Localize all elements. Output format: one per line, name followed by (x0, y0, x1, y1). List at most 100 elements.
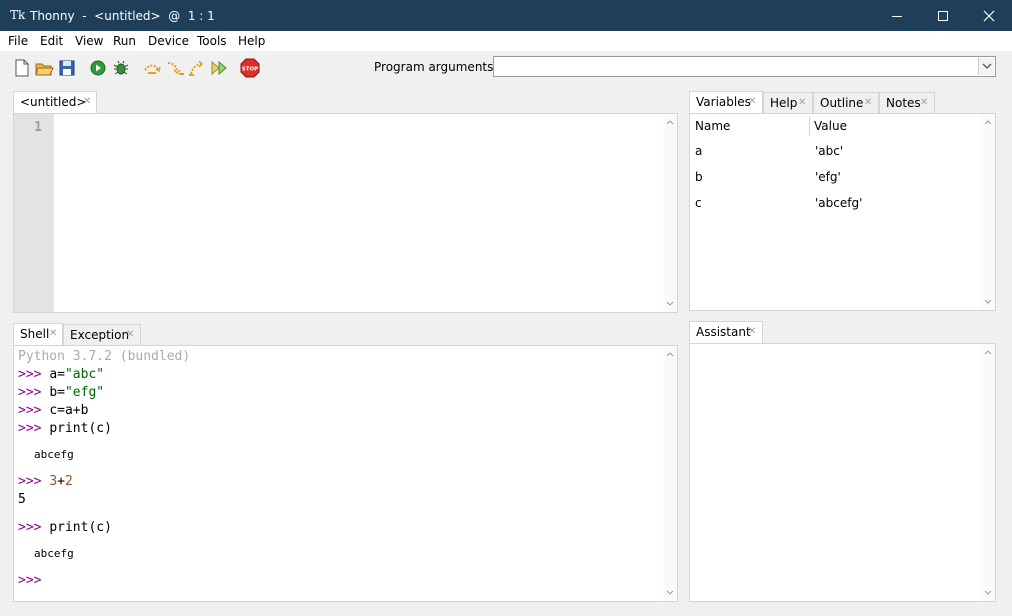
scroll-down-icon[interactable] (984, 299, 992, 305)
menu-run[interactable]: Run (113, 33, 136, 49)
shell-string: "efg" (64, 385, 105, 400)
combobox-dropdown-button[interactable] (978, 58, 994, 75)
close-tab-icon[interactable]: ✕ (49, 324, 57, 344)
tab-variables-label: Variables (696, 95, 751, 109)
minimize-button[interactable] (874, 0, 920, 31)
open-file-button[interactable] (34, 58, 54, 78)
line-number: 1 (34, 120, 42, 135)
editor-tab-label: <untitled> (20, 95, 87, 109)
menu-file[interactable]: File (8, 33, 28, 49)
chevron-down-icon (982, 63, 992, 69)
menu-device[interactable]: Device (148, 33, 189, 49)
tab-assistant[interactable]: Assistant ✕ (689, 321, 763, 344)
shell-input-line[interactable]: >>> (18, 573, 41, 589)
tab-editor-untitled[interactable]: <untitled> ✕ (13, 91, 97, 114)
editor-pane[interactable]: 1 (13, 113, 678, 313)
stop-button[interactable]: STOP (240, 58, 260, 78)
new-file-button[interactable] (12, 58, 32, 78)
program-arguments-combobox[interactable] (493, 56, 996, 77)
shell-prompt: >>> (18, 385, 42, 400)
menu-tools[interactable]: Tools (197, 33, 227, 49)
save-file-button[interactable] (57, 58, 77, 78)
maximize-button[interactable] (920, 0, 966, 31)
step-into-icon (167, 62, 184, 75)
shell-code: print(c) (49, 421, 112, 436)
editor-scrollbar[interactable] (663, 114, 677, 312)
shell-number: 3 (49, 474, 58, 489)
save-icon (59, 60, 75, 76)
stop-icon: STOP (240, 58, 260, 78)
column-header-value[interactable]: Value (814, 114, 847, 138)
shell-output-value: 5 (18, 492, 26, 507)
shell-scrollbar[interactable] (663, 346, 677, 601)
tab-help[interactable]: Help ✕ (763, 92, 813, 114)
close-button[interactable] (966, 0, 1012, 31)
tab-exception[interactable]: Exception ✕ (63, 324, 141, 346)
tab-exception-label: Exception (70, 328, 130, 342)
scroll-down-icon[interactable] (666, 301, 674, 307)
menu-help[interactable]: Help (238, 33, 265, 49)
variable-name[interactable]: a (695, 143, 702, 159)
shell-code: a= (49, 367, 65, 382)
shell-prompt: >>> (18, 421, 42, 436)
shell-banner: Python 3.7.2 (bundled) (18, 349, 191, 364)
close-tab-icon[interactable]: ✕ (748, 322, 756, 342)
close-tab-icon[interactable]: ✕ (748, 92, 756, 112)
close-tab-icon[interactable]: ✕ (83, 92, 91, 112)
variable-value[interactable]: 'efg' (815, 169, 841, 185)
variables-pane: Name Value a 'abc' b 'efg' c 'abcefg' (689, 113, 996, 311)
scroll-up-icon[interactable] (666, 119, 674, 125)
shell-prompt: >>> (18, 573, 42, 588)
line-number-gutter: 1 (14, 114, 54, 312)
thonny-app-icon: Tk (10, 8, 26, 22)
shell-operator: + (57, 474, 65, 489)
scroll-up-icon[interactable] (984, 349, 992, 355)
shell-prompt: >>> (18, 520, 42, 535)
close-tab-icon[interactable]: ✕ (864, 93, 872, 113)
menu-edit[interactable]: Edit (40, 33, 63, 49)
shell-pane[interactable]: Python 3.7.2 (bundled) >>> a="abc" >>> b… (13, 345, 678, 602)
column-header-name[interactable]: Name (695, 114, 730, 138)
debug-button[interactable] (111, 58, 131, 78)
variables-scrollbar[interactable] (981, 114, 995, 310)
variable-name[interactable]: b (695, 169, 703, 185)
shell-prompt: >>> (18, 474, 42, 489)
close-tab-icon[interactable]: ✕ (798, 93, 806, 113)
run-button[interactable] (88, 58, 108, 78)
shell-input-line: >>> b="efg" (18, 385, 104, 401)
scroll-down-icon[interactable] (984, 590, 992, 596)
run-icon (90, 60, 106, 76)
step-into-button[interactable] (165, 58, 185, 78)
variable-value[interactable]: 'abc' (815, 143, 843, 159)
column-separator[interactable] (809, 116, 810, 136)
shell-output: abcefg (34, 547, 74, 560)
variable-value[interactable]: 'abcefg' (815, 195, 862, 211)
new-file-icon (15, 59, 29, 77)
assistant-pane (689, 343, 996, 602)
shell-number: 2 (64, 474, 73, 489)
assistant-scrollbar[interactable] (981, 344, 995, 601)
step-out-button[interactable] (187, 58, 207, 78)
close-tab-icon[interactable]: ✕ (126, 325, 134, 345)
title-bar: Tk Thonny - <untitled> @ 1 : 1 (0, 0, 1012, 31)
scroll-up-icon[interactable] (666, 351, 674, 357)
tab-outline[interactable]: Outline ✕ (813, 92, 879, 114)
scroll-up-icon[interactable] (984, 119, 992, 125)
shell-code: print(c) (49, 520, 112, 535)
minimize-icon (892, 15, 902, 17)
open-folder-icon (35, 63, 54, 76)
step-over-button[interactable] (142, 58, 162, 78)
shell-code: c=a+b (49, 403, 89, 418)
scroll-down-icon[interactable] (666, 590, 674, 596)
tab-notes[interactable]: Notes ✕ (879, 92, 935, 114)
shell-input-line: >>> c=a+b (18, 403, 88, 419)
close-tab-icon[interactable]: ✕ (920, 93, 928, 113)
menu-view[interactable]: View (75, 33, 103, 49)
variable-name[interactable]: c (695, 195, 702, 211)
shell-code: b= (49, 385, 65, 400)
toolbar: STOP Program arguments: (0, 51, 1012, 85)
tab-assistant-label: Assistant (696, 325, 751, 339)
resume-button[interactable] (209, 58, 229, 78)
tab-variables[interactable]: Variables ✕ (689, 91, 763, 114)
tab-shell[interactable]: Shell ✕ (13, 323, 63, 346)
